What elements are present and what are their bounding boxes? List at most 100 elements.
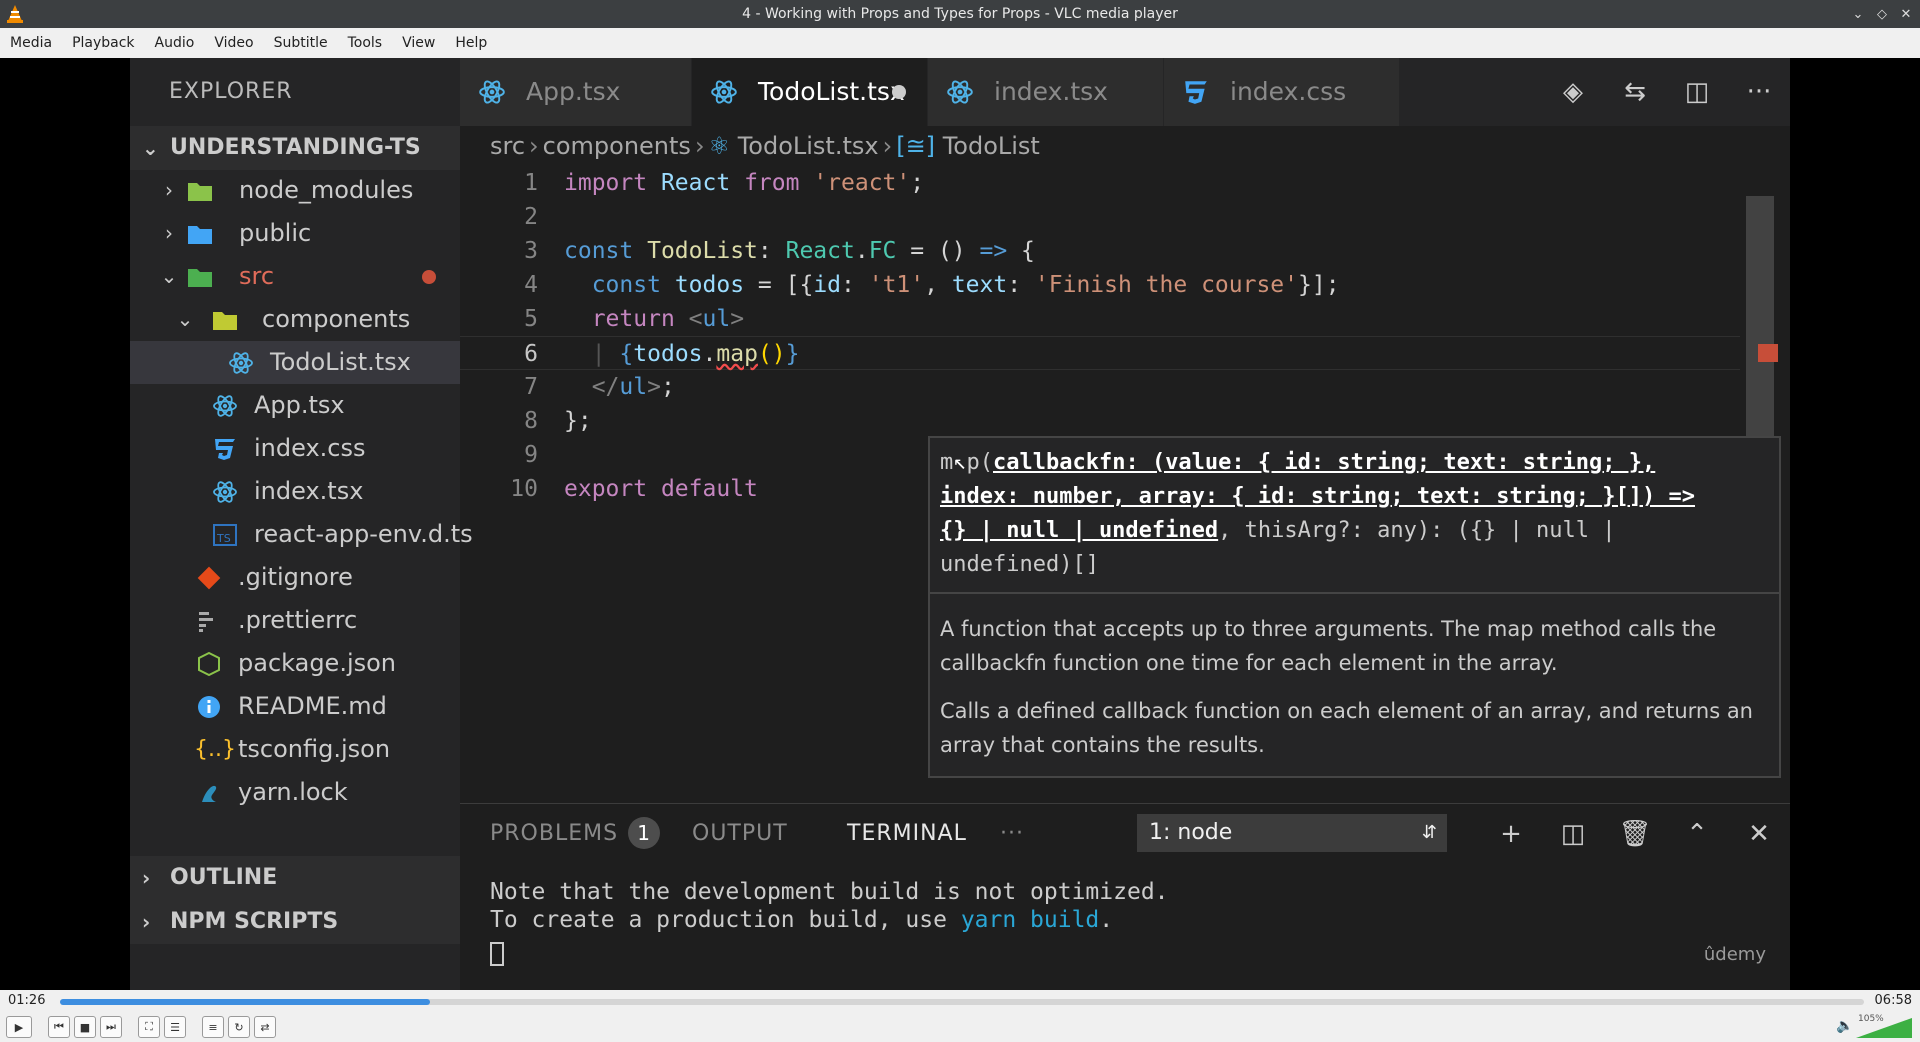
menu-media[interactable]: Media: [10, 35, 62, 51]
tree-item-todolist-tsx[interactable]: TodoList.tsx: [130, 341, 460, 384]
chevron-down-icon: ⌄: [176, 307, 194, 331]
fullscreen-button[interactable]: ⛶: [138, 1016, 160, 1038]
menu-help[interactable]: Help: [455, 35, 497, 51]
panel-tab-bar: PROBLEMS 1 OUTPUT TERMINAL ··· 1: node ⇵ +…: [460, 804, 1790, 864]
tree-item-src[interactable]: ⌄ src: [130, 255, 460, 298]
tab-app-tsx[interactable]: App.tsx: [460, 58, 692, 126]
menu-audio[interactable]: Audio: [155, 35, 205, 51]
tree-item-tsconfig[interactable]: {..} tsconfig.json: [130, 728, 460, 771]
tree-item-components[interactable]: ⌄ components: [130, 298, 460, 341]
minimize-icon[interactable]: ⌄: [1850, 6, 1866, 22]
folder-src-icon: [188, 269, 212, 287]
new-terminal-icon[interactable]: +: [1480, 819, 1542, 849]
playlist-button[interactable]: ≡: [202, 1016, 224, 1038]
css-icon: [1185, 81, 1207, 104]
terminal-select[interactable]: 1: node ⇵: [1137, 814, 1447, 852]
symbol-icon: [≅]: [896, 132, 936, 160]
chevron-right-icon: ›: [694, 132, 705, 160]
equalizer-icon: ☰: [170, 1020, 180, 1034]
seek-bar[interactable]: [60, 999, 1864, 1005]
playlist-icon: ≡: [208, 1020, 218, 1034]
next-button[interactable]: ⏭: [100, 1016, 122, 1038]
git-diff-icon[interactable]: ◈: [1542, 77, 1604, 107]
prettier-icon: [199, 612, 213, 632]
udemy-watermark: ûdemy: [1703, 944, 1766, 965]
tab-index-css[interactable]: index.css: [1164, 58, 1400, 126]
play-button[interactable]: ▶: [6, 1016, 32, 1038]
menu-video[interactable]: Video: [214, 35, 263, 51]
tree-item-node-modules[interactable]: › node_modules: [130, 169, 460, 212]
close-icon[interactable]: ✕: [1898, 6, 1914, 22]
tree-item-yarn-lock[interactable]: yarn.lock: [130, 771, 460, 814]
shuffle-button[interactable]: ⇄: [254, 1016, 276, 1038]
split-terminal-icon[interactable]: ◫: [1542, 819, 1604, 849]
more-actions-icon[interactable]: ···: [1728, 77, 1790, 107]
video-area[interactable]: EXPLORER ⌄ UNDERSTANDING-TS › node_modul…: [0, 58, 1920, 990]
bottom-panel: PROBLEMS 1 OUTPUT TERMINAL ··· 1: node ⇵ +…: [460, 803, 1790, 990]
info-icon: [198, 696, 220, 718]
menu-view[interactable]: View: [402, 35, 445, 51]
hover-documentation: A function that accepts up to three argu…: [940, 617, 1753, 757]
menu-playback[interactable]: Playback: [72, 35, 144, 51]
npm-scripts-section-header[interactable]: › NPM SCRIPTS: [130, 900, 460, 944]
tab-todolist-tsx[interactable]: TodoList.tsx: [692, 58, 928, 126]
tree-item-index-css[interactable]: index.css: [130, 427, 460, 470]
breadcrumb-components[interactable]: components: [543, 132, 691, 160]
folder-node-icon: [188, 183, 212, 201]
vscode-window: EXPLORER ⌄ UNDERSTANDING-TS › node_modul…: [130, 58, 1790, 990]
mouse-pointer-icon: ↖: [953, 450, 967, 475]
tree-item-react-app-env[interactable]: TS react-app-env.d.ts: [130, 513, 473, 556]
tree-item-readme[interactable]: README.md: [130, 685, 460, 728]
extended-settings-button[interactable]: ☰: [164, 1016, 186, 1038]
code-line: 1 import React from 'react';: [524, 170, 925, 196]
chevron-right-icon: ›: [882, 132, 893, 160]
maximize-icon[interactable]: ◇: [1874, 6, 1890, 22]
tree-item-gitignore[interactable]: .gitignore: [130, 556, 460, 599]
hover-tooltip: m↖p(callbackfn: (value: { id: string; te…: [928, 436, 1781, 778]
ts-icon: TS: [213, 524, 237, 546]
play-icon: ▶: [14, 1020, 24, 1034]
code-line: 5 return <ul>: [524, 306, 745, 332]
code-line: 7 </ul>;: [524, 374, 675, 400]
stop-icon: ■: [79, 1020, 91, 1034]
tree-item-app-tsx[interactable]: App.tsx: [130, 384, 460, 427]
loop-button[interactable]: ↻: [228, 1016, 250, 1038]
volume-slider[interactable]: [1856, 1018, 1912, 1038]
panel-more-icon[interactable]: ···: [1000, 804, 1024, 864]
tree-item-public[interactable]: › public: [130, 212, 460, 255]
outline-section-header[interactable]: › OUTLINE: [130, 856, 460, 900]
unsaved-dot-icon[interactable]: [892, 85, 906, 99]
tab-index-tsx[interactable]: index.tsx: [928, 58, 1164, 126]
tab-terminal[interactable]: TERMINAL: [847, 804, 967, 864]
maximize-panel-icon[interactable]: ⌃: [1666, 819, 1728, 849]
breadcrumb-file[interactable]: TodoList.tsx: [738, 132, 879, 160]
previous-button[interactable]: ⏮: [48, 1016, 70, 1038]
tree-item-package-json[interactable]: package.json: [130, 642, 460, 685]
code-line: 8};: [524, 408, 592, 434]
menu-subtitle[interactable]: Subtitle: [274, 35, 338, 51]
tree-item-index-tsx[interactable]: index.tsx: [130, 470, 460, 513]
breadcrumb-symbol[interactable]: TodoList: [943, 132, 1040, 160]
react-icon: [229, 352, 253, 374]
trash-icon[interactable]: 🗑: [1604, 819, 1666, 849]
volume-control[interactable]: 🔈 105%: [1836, 1014, 1912, 1038]
chevron-down-icon: ⌄: [142, 136, 159, 160]
player-controls: ▶ ⏮ ■ ⏭ ⛶ ☰ ≡ ↻ ⇄ 🔈 105%: [0, 1012, 1920, 1042]
tab-problems[interactable]: PROBLEMS 1: [490, 804, 661, 864]
project-section-header[interactable]: ⌄ UNDERSTANDING-TS: [130, 126, 460, 170]
chevron-right-icon: ›: [529, 132, 539, 160]
react-icon: [711, 80, 737, 104]
react-icon: ⚛: [708, 132, 731, 160]
split-editor-icon[interactable]: ◫: [1666, 77, 1728, 107]
tab-output[interactable]: OUTPUT: [692, 804, 788, 864]
stop-button[interactable]: ■: [74, 1016, 96, 1038]
breadcrumb-src[interactable]: src: [490, 132, 525, 160]
open-changes-icon[interactable]: ⇆: [1604, 77, 1666, 107]
menu-bar: Media Playback Audio Video Subtitle Tool…: [0, 28, 1920, 58]
react-icon: [213, 481, 237, 503]
close-panel-icon[interactable]: ✕: [1728, 819, 1790, 849]
tree-item-prettierrc[interactable]: .prettierrc: [130, 599, 460, 642]
node-icon: [198, 651, 220, 677]
terminal-output[interactable]: Note that the development build is not o…: [490, 878, 1169, 934]
menu-tools[interactable]: Tools: [348, 35, 393, 51]
